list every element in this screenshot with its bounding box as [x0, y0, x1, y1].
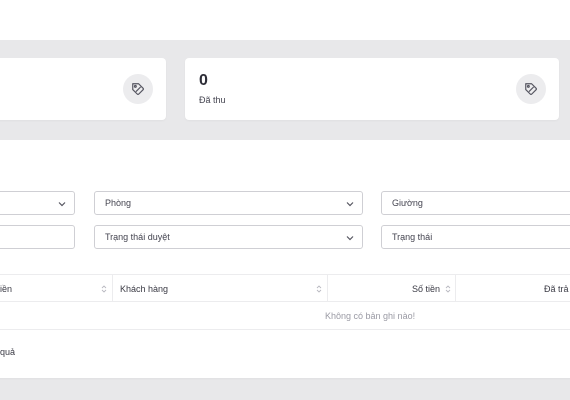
chevron-down-icon — [346, 236, 354, 241]
column-header-label: Đã trả — [544, 283, 569, 294]
filter-select-1[interactable] — [0, 191, 75, 215]
tag-icon — [123, 74, 153, 104]
room-select[interactable]: Phòng — [94, 191, 363, 215]
column-header-customer[interactable]: Khách hàng — [113, 275, 327, 302]
stat-label: Đã thu — [199, 95, 226, 105]
approval-status-select[interactable]: Trạng thái duyệt — [94, 225, 363, 249]
empty-message: Không có bản ghi nào! — [325, 311, 416, 321]
stat-card-collected: 0 Đã thu — [185, 58, 559, 120]
filter-label: Giường — [392, 198, 423, 208]
status-select[interactable]: Trạng thái — [381, 225, 570, 249]
chevron-down-icon — [58, 202, 66, 207]
filter-input-1[interactable] — [0, 225, 75, 249]
empty-table-row: Không có bản ghi nào! — [0, 302, 570, 330]
stat-card-amount — [0, 58, 166, 120]
results-count: quả — [0, 347, 16, 357]
table-header: iền Khách hàng Số tiền Đã trả — [0, 274, 570, 302]
column-header-amount[interactable]: iền — [0, 275, 112, 302]
column-header-label: iền — [0, 283, 13, 294]
sort-icon — [316, 285, 322, 293]
sort-icon — [101, 285, 107, 293]
sort-icon — [445, 285, 451, 293]
filter-label: Trạng thái duyệt — [105, 232, 170, 242]
column-header-total[interactable]: Số tiền — [328, 275, 455, 302]
column-header-label: Khách hàng — [120, 283, 169, 294]
bed-select[interactable]: Giường — [381, 191, 570, 215]
column-header-paid[interactable]: Đã trả — [456, 275, 570, 302]
stat-value: 0 — [199, 72, 208, 89]
filter-label: Phòng — [105, 198, 132, 208]
tag-icon — [516, 74, 546, 104]
list-panel — [0, 140, 570, 378]
filter-label: Trạng thái — [392, 232, 433, 242]
column-header-label: Số tiền — [411, 283, 440, 294]
chevron-down-icon — [346, 202, 354, 207]
